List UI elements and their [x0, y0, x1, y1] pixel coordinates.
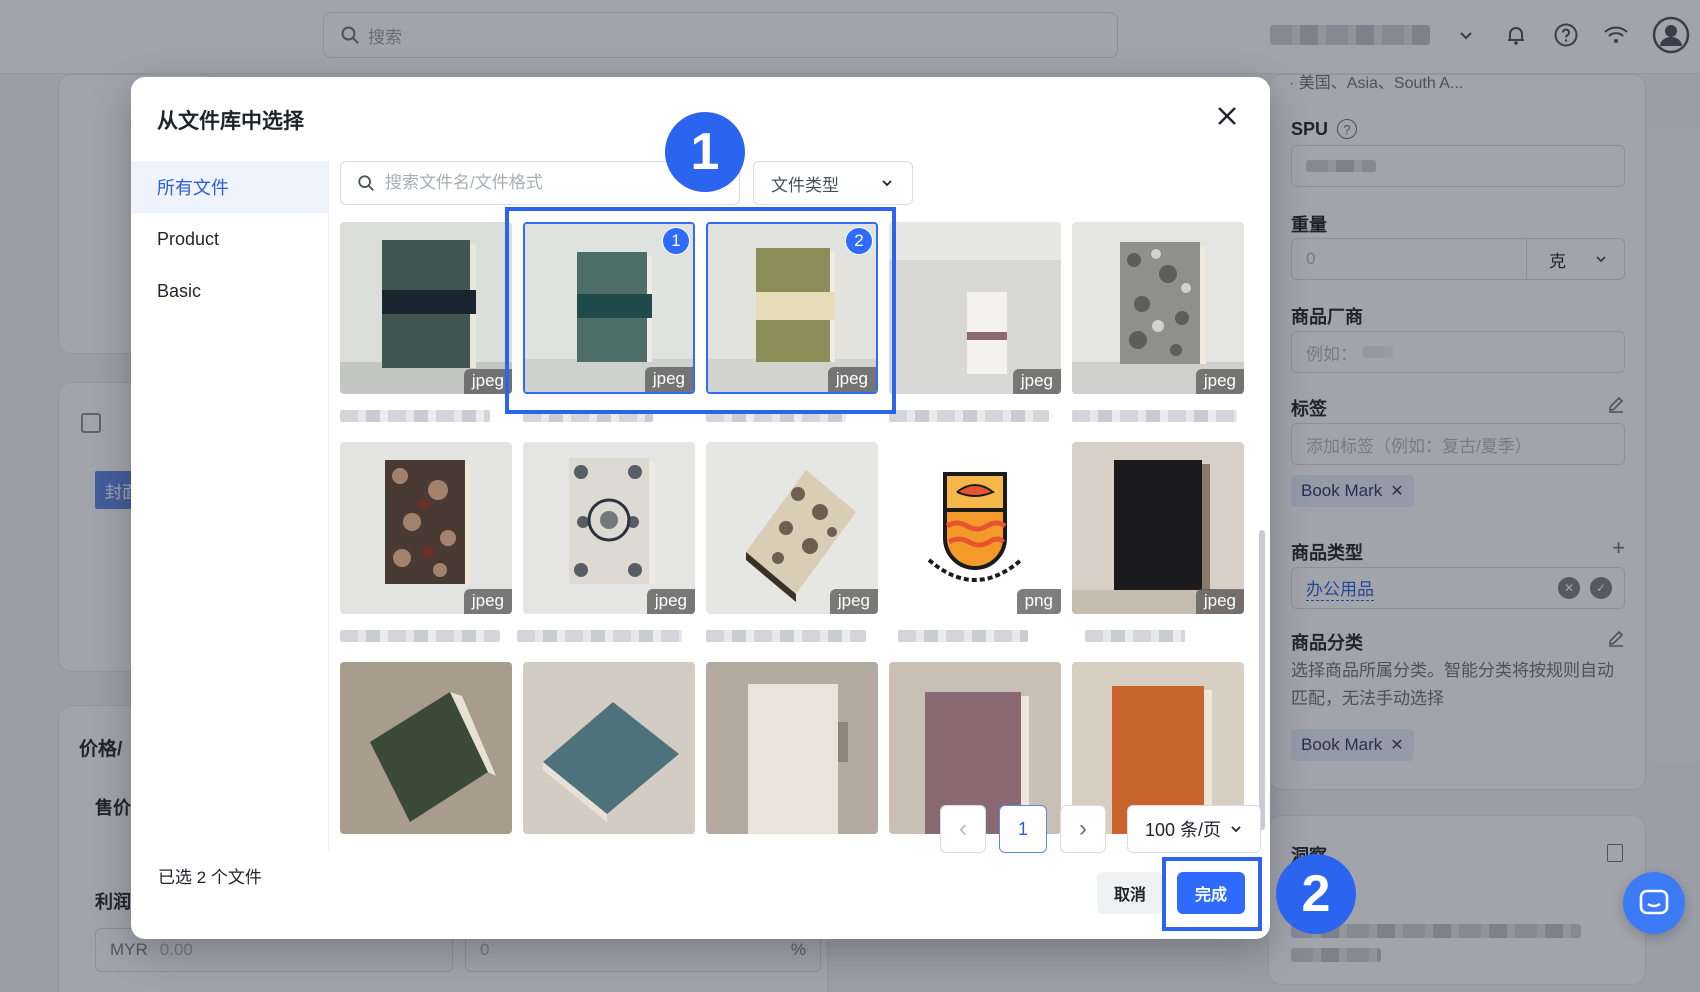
file-type-label: 文件类型	[771, 175, 839, 195]
file-ext-badge: jpeg	[829, 589, 878, 614]
grid-scrollbar[interactable]	[1259, 282, 1265, 872]
file-tile[interactable]	[340, 662, 512, 834]
selection-highlight-box	[505, 207, 896, 414]
nav-item-label: Basic	[157, 280, 202, 301]
file-tile[interactable]: jpeg	[523, 442, 695, 614]
file-ext-badge: png	[1016, 589, 1061, 614]
file-name-blurred	[1072, 410, 1237, 422]
file-tile[interactable]: jpeg	[889, 222, 1061, 394]
file-type-select[interactable]: 文件类型	[753, 161, 913, 205]
notebook-thumbnail	[706, 662, 878, 834]
chat-icon	[1639, 889, 1669, 915]
done-highlight-box	[1162, 857, 1262, 931]
page-1-button[interactable]: 1	[999, 805, 1047, 853]
file-tile[interactable]: jpeg	[1072, 222, 1244, 394]
prev-page-button[interactable]: ‹	[940, 805, 986, 853]
scrollbar-thumb[interactable]	[1259, 530, 1265, 830]
file-tile[interactable]	[523, 662, 695, 834]
page-number: 1	[1017, 818, 1028, 839]
cancel-button[interactable]: 取消	[1097, 872, 1163, 914]
chevron-down-icon	[1231, 826, 1241, 833]
file-tile[interactable]: jpeg	[340, 222, 512, 394]
step-2-marker: 2	[1276, 854, 1356, 934]
file-tile[interactable]: jpeg	[706, 442, 878, 614]
file-tile[interactable]: jpeg	[340, 442, 512, 614]
file-name-blurred	[898, 630, 1028, 642]
page-size-select[interactable]: 100 条/页	[1127, 805, 1261, 853]
file-tile[interactable]: jpeg	[1072, 442, 1244, 614]
notebook-thumbnail	[523, 662, 695, 834]
prev-page-icon: ‹	[959, 815, 967, 842]
file-tile[interactable]	[706, 662, 878, 834]
close-icon	[1218, 107, 1236, 125]
next-page-button[interactable]: ›	[1060, 805, 1106, 853]
file-ext-badge: jpeg	[1012, 369, 1061, 394]
file-ext-badge: jpeg	[1195, 369, 1244, 394]
chevron-down-icon	[882, 180, 892, 187]
nav-item-label: 所有文件	[157, 178, 229, 198]
file-ext-badge: jpeg	[463, 589, 512, 614]
next-page-icon: ›	[1079, 815, 1087, 842]
close-button[interactable]	[1212, 101, 1242, 131]
nav-item-all-files[interactable]: 所有文件	[131, 161, 328, 213]
file-ext-badge: jpeg	[1195, 589, 1244, 614]
chat-support-button[interactable]	[1623, 872, 1685, 934]
file-tile[interactable]: png	[889, 442, 1061, 614]
nav-item-product[interactable]: Product	[131, 213, 328, 265]
file-name-blurred	[1085, 630, 1185, 642]
file-name-blurred	[340, 410, 490, 422]
file-name-blurred	[706, 630, 866, 642]
file-name-blurred	[889, 410, 1049, 422]
step-1-marker: 1	[665, 112, 745, 192]
file-search-input[interactable]	[385, 173, 685, 193]
file-name-blurred	[517, 630, 682, 642]
nav-item-label: Product	[157, 228, 220, 249]
folder-nav: 所有文件 Product Basic	[131, 161, 329, 851]
selected-count-text: 已选 2 个文件	[158, 868, 262, 887]
file-ext-badge: jpeg	[646, 589, 695, 614]
nav-item-basic[interactable]: Basic	[131, 265, 328, 317]
search-icon	[358, 175, 374, 191]
file-name-blurred	[340, 630, 500, 642]
modal-title: 从文件库中选择	[157, 110, 304, 133]
page-size-value: 100 条/页	[1144, 820, 1222, 840]
notebook-thumbnail	[340, 662, 512, 834]
